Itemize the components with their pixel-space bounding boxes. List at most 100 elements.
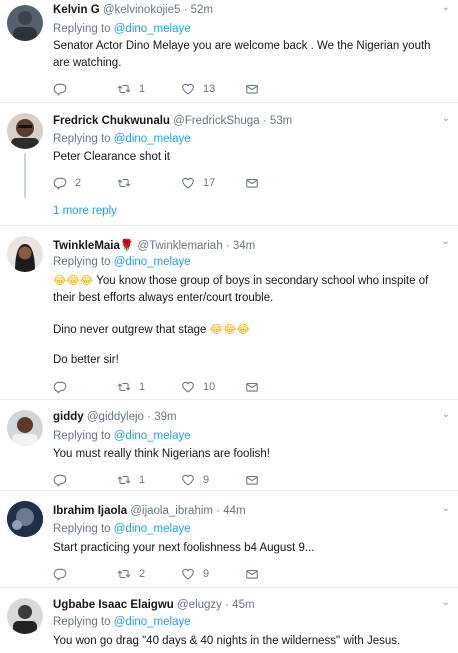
chevron-down-icon[interactable]: ⌄ [442,2,450,13]
reply-button[interactable] [53,472,75,488]
timestamp[interactable]: 39m [154,411,176,423]
chevron-down-icon[interactable]: ⌄ [442,409,450,420]
separator: · [225,240,230,252]
separator: · [225,599,229,611]
timestamp[interactable]: 52m [191,4,213,16]
timestamp[interactable]: 53m [270,115,292,127]
retweet-button[interactable]: 1 [117,472,145,488]
direct-message-button[interactable] [245,566,259,582]
display-name[interactable]: TwinkleMaia [53,240,120,252]
like-icon [181,176,195,190]
reply-icon [53,380,67,394]
tweet-ugbabe-isaac-elaigwu[interactable]: Ugbabe Isaac Elaigwu @elugzy · 45m ⌄ Rep… [0,588,458,653]
replying-to-label: Replying to [53,23,111,35]
display-name[interactable]: Ibrahim Ijaola [53,505,127,517]
like-button[interactable]: 9 [181,566,209,582]
display-name[interactable]: giddy [53,411,84,423]
retweet-icon [117,176,131,190]
direct-message-icon [245,380,259,394]
tweet-twinklemaia[interactable]: TwinkleMaia🌹 @Twinklemariah · 34m ⌄ Repl… [0,226,458,400]
handle[interactable]: @Twinklemariah [137,240,222,252]
reply-icon [53,567,67,581]
retweet-button[interactable]: 1 [117,379,145,395]
display-name[interactable]: Kelvin G [53,4,100,16]
mention-link[interactable]: @dino_melaye [114,23,191,35]
replying-to: Replying to @dino_melaye [53,256,191,268]
retweet-button[interactable] [117,175,139,191]
handle[interactable]: @giddylejo [87,411,144,423]
retweet-icon [117,567,131,581]
chevron-down-icon[interactable]: ⌄ [442,597,450,608]
like-icon [181,567,195,581]
tweet-ibrahim-ijaola[interactable]: Ibrahim Ijaola @ijaola_ibrahim · 44m ⌄ R… [0,491,458,588]
mention-link[interactable]: @dino_melaye [114,256,191,268]
avatar[interactable] [7,113,43,149]
reply-icon [53,82,67,96]
avatar[interactable] [7,410,43,446]
chevron-down-icon[interactable]: ⌄ [442,113,450,124]
reply-icon [53,176,67,190]
reply-button[interactable] [53,81,75,97]
separator: · [147,411,151,423]
laughing-emoji: 😂😂😂 [209,322,250,336]
like-count: 17 [203,177,216,189]
direct-message-button[interactable] [245,472,259,488]
display-name[interactable]: Fredrick Chukwunalu [53,115,170,127]
mention-link[interactable]: @dino_melaye [114,523,191,535]
reply-button[interactable]: 2 [53,175,81,191]
chevron-down-icon[interactable]: ⌄ [442,236,450,247]
display-name[interactable]: Ugbabe Isaac Elaigwu [53,599,174,611]
separator: · [216,505,221,517]
direct-message-button[interactable] [245,379,259,395]
replying-to: Replying to @dino_melaye [53,133,191,145]
handle[interactable]: @elugzy [177,599,222,611]
timestamp[interactable]: 34m [233,240,255,252]
direct-message-button[interactable] [245,175,259,191]
rose-emoji: 🌹 [119,238,135,252]
like-icon [181,473,195,487]
like-button[interactable]: 13 [181,81,215,97]
tweet-text-line-3: Do better sir! [53,354,119,366]
tweet-header: Ibrahim Ijaola @ijaola_ibrahim · 44m [53,505,434,517]
tweet-actions: 2 9 [53,566,333,582]
tweet-text: You won go drag "40 days & 40 nights in … [53,635,401,647]
tweet-header: giddy @giddylejo · 39m [53,411,434,423]
reply-button[interactable] [53,379,75,395]
handle[interactable]: @FredrickShuga [173,115,259,127]
replying-to-label: Replying to [53,430,111,442]
tweet-text-line-1: You know those group of boys in secondar… [53,275,429,304]
retweet-button[interactable]: 2 [117,566,145,582]
timestamp[interactable]: 45m [232,599,254,611]
handle[interactable]: @kelvinokojie5 [103,4,181,16]
tweet-giddy[interactable]: giddy @giddylejo · 39m ⌄ Replying to @di… [0,400,458,491]
reply-button[interactable] [53,566,75,582]
timestamp[interactable]: 44m [223,505,245,517]
avatar[interactable] [7,236,43,272]
direct-message-icon [245,82,259,96]
direct-message-button[interactable] [245,81,259,97]
more-replies-link[interactable]: 1 more reply [53,205,117,217]
handle[interactable]: @ijaola_ibrahim [130,505,213,517]
tweet-fredrick-chukwunalu[interactable]: Fredrick Chukwunalu @FredrickShuga · 53m… [0,103,458,226]
avatar[interactable] [7,598,43,634]
avatar[interactable] [7,501,43,537]
retweet-count: 2 [139,568,146,580]
tweet-actions: 2 17 [53,175,333,191]
chevron-down-icon[interactable]: ⌄ [442,503,450,514]
mention-link[interactable]: @dino_melaye [114,133,191,145]
like-count: 10 [203,381,216,393]
mention-link[interactable]: @dino_melaye [114,616,191,628]
like-button[interactable]: 10 [181,379,215,395]
like-button[interactable]: 9 [181,472,209,488]
retweet-button[interactable]: 1 [117,81,145,97]
avatar[interactable] [7,5,43,41]
tweet-actions: 1 10 [53,379,333,395]
mention-link[interactable]: @dino_melaye [114,430,191,442]
tweet-actions: 1 13 [53,81,333,97]
tweet-text: You must really think Nigerians are fool… [53,448,270,460]
tweet-text: 😂😂😂 You know those group of boys in seco… [53,272,442,307]
replying-to: Replying to @dino_melaye [53,616,191,628]
tweet-kelvin-g[interactable]: Kelvin G @kelvinokojie5 · 52m ⌄ Replying… [0,0,458,103]
like-button[interactable]: 17 [181,175,215,191]
retweet-count: 1 [139,474,146,486]
